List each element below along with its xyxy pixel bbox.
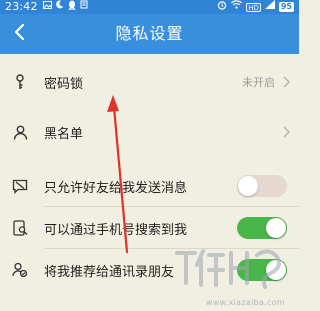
recommend-to-contacts-label: 将我推荐给通讯录朋友 — [44, 264, 175, 280]
recommend-to-contacts-toggle[interactable] — [237, 259, 287, 281]
chevron-right-icon — [283, 126, 290, 138]
signal-icon — [264, 0, 275, 14]
friends-only-message-row: 只允许好友给我发送消息 — [0, 166, 299, 206]
password-lock-row[interactable]: 密码锁 未开启 — [0, 62, 299, 102]
friends-only-message-toggle[interactable] — [237, 175, 287, 197]
blacklist-row[interactable]: 黑名单 — [0, 112, 299, 152]
image-notification-icon — [42, 0, 52, 14]
qq-notification-icon — [68, 0, 76, 15]
status-time: 23:42 — [5, 0, 38, 13]
app-header: 隐私设置 — [0, 14, 299, 54]
watermark-url: www.xiazaiba.com — [205, 298, 285, 307]
row-divider — [44, 248, 299, 249]
blacklist-label: 黑名单 — [44, 126, 84, 142]
app-notification-icon — [80, 0, 88, 14]
row-divider — [44, 206, 299, 207]
password-lock-status: 未开启 — [242, 76, 275, 89]
password-lock-label: 密码锁 — [44, 76, 84, 92]
search-by-phone-toggle[interactable] — [237, 217, 287, 239]
battery-level: 95 — [278, 2, 294, 12]
moon-icon — [55, 0, 64, 14]
alarm-icon — [217, 0, 227, 15]
hd-badge: HD — [246, 2, 261, 12]
page-title: 隐私设置 — [115, 24, 184, 43]
search-by-phone-label: 可以通过手机号搜索到我 — [44, 222, 188, 238]
chevron-right-icon — [283, 76, 290, 88]
phone-search-icon — [12, 220, 28, 236]
status-bar: 23:42 HD 95 — [0, 0, 299, 14]
friends-only-message-label: 只允许好友给我发送消息 — [44, 180, 188, 196]
recommend-to-contacts-row: 将我推荐给通讯录朋友 — [0, 250, 299, 290]
message-blocked-icon — [12, 178, 28, 194]
search-by-phone-row: 可以通过手机号搜索到我 — [0, 208, 299, 248]
wifi-icon — [231, 0, 243, 14]
key-icon — [12, 74, 28, 90]
person-icon — [12, 124, 28, 140]
contact-recommend-icon — [12, 262, 28, 278]
